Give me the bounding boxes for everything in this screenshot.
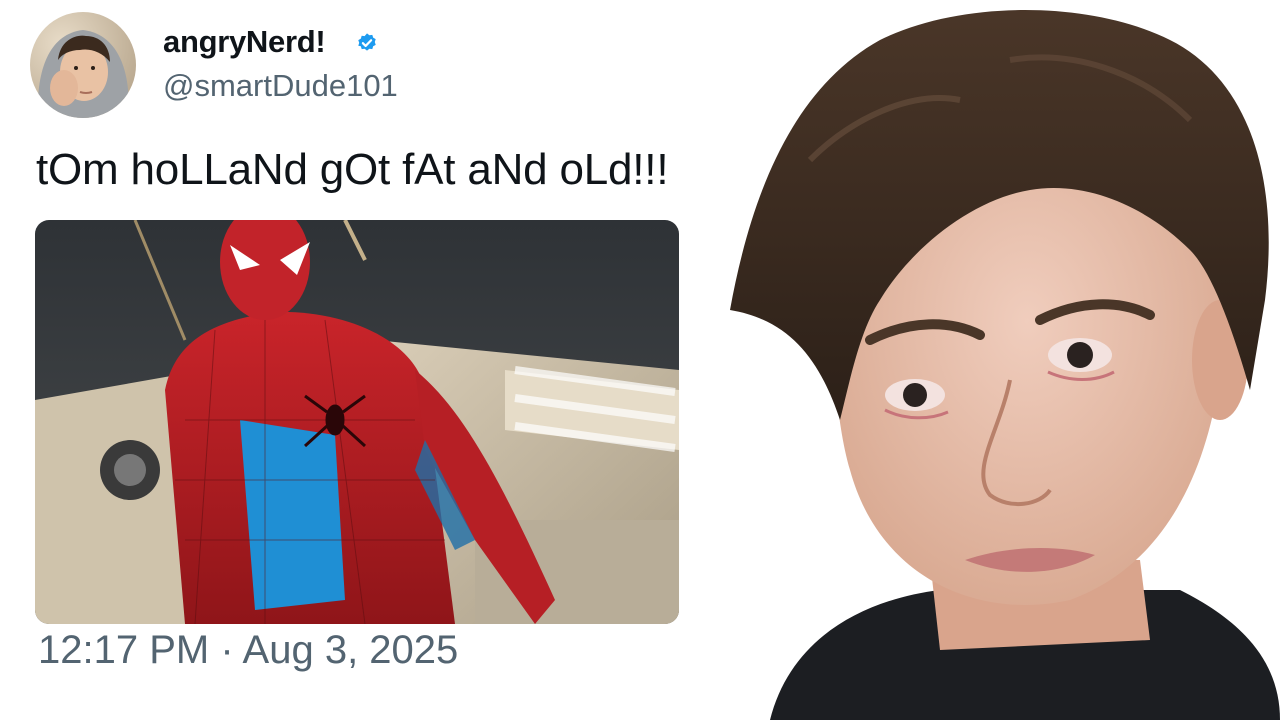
tweet-timestamp[interactable]: 12:17 PM · Aug 3, 2025: [38, 628, 458, 673]
verified-badge-icon: [356, 32, 378, 54]
tweet-text: tOm hoLLaNd gOt fAt aNd oLd!!!: [36, 145, 669, 194]
author-display-name[interactable]: angryNerd!: [163, 24, 326, 60]
portrait-photo: [710, 0, 1280, 720]
author-handle[interactable]: @smartDude101: [163, 68, 398, 104]
author-avatar[interactable]: [30, 12, 136, 118]
tweet-media-photo[interactable]: [35, 220, 679, 624]
